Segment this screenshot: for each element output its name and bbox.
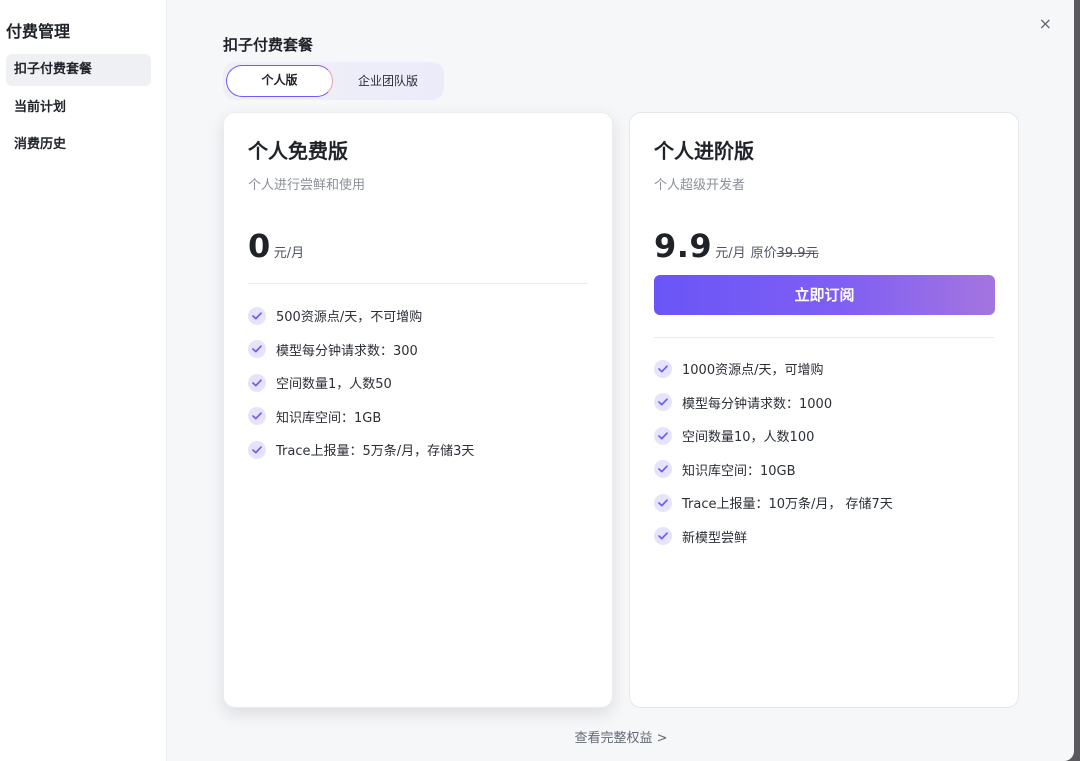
list-item: 模型每分钟请求数：1000 [654, 386, 998, 420]
feature-list: 500资源点/天，不可增购 模型每分钟请求数：300 空间数量1，人数50 知识… [248, 299, 592, 467]
tab-enterprise[interactable]: 企业团队版 [335, 65, 441, 97]
list-item: 知识库空间：10GB [654, 453, 998, 487]
feature-text: Trace上报量：10万条/月， 存储7天 [682, 497, 893, 513]
check-circle-icon [654, 493, 672, 512]
plan-name: 个人进阶版 [654, 139, 754, 163]
price-unit: 元/月 [715, 246, 746, 261]
plan-description: 个人超级开发者 [654, 178, 746, 193]
feature-text: 模型每分钟请求数：1000 [682, 396, 833, 412]
feature-text: 1000资源点/天，可增购 [682, 363, 824, 379]
feature-list: 1000资源点/天，可增购 模型每分钟请求数：1000 空间数量10，人数100… [654, 352, 998, 553]
check-circle-icon [654, 460, 672, 479]
sidebar-title: 付费管理 [6, 22, 71, 41]
check-circle-icon [248, 407, 266, 426]
check-circle-icon [654, 359, 672, 378]
sidebar-item-label: 消费历史 [14, 137, 67, 152]
price-value: 9.9 [654, 227, 713, 265]
list-item: 知识库空间：1GB [248, 400, 592, 434]
main-content: × 扣子付费套餐 个人版 企业团队版 个人免费版 个人进行尝鲜和使用 0 元/月… [168, 0, 1074, 761]
check-circle-icon [654, 393, 672, 412]
list-item: 1000资源点/天，可增购 [654, 352, 998, 386]
check-circle-icon [248, 340, 266, 359]
original-price: 原价39.9元 [751, 242, 819, 261]
sidebar-item-label: 扣子付费套餐 [14, 62, 93, 77]
billing-modal: 付费管理 扣子付费套餐 当前计划 消费历史 × 扣子付费套餐 个人版 企业团队版… [0, 0, 1074, 761]
feature-text: 知识库空间：1GB [276, 410, 382, 426]
feature-text: 新模型尝鲜 [682, 530, 748, 546]
list-item: 500资源点/天，不可增购 [248, 299, 592, 333]
feature-text: 知识库空间：10GB [682, 463, 796, 479]
plan-description: 个人进行尝鲜和使用 [248, 178, 366, 193]
price-row: 0 元/月 [248, 227, 304, 265]
list-item: Trace上报量：5万条/月，存储3天 [248, 433, 592, 467]
feature-text: 模型每分钟请求数：300 [276, 343, 418, 359]
list-item: Trace上报量：10万条/月， 存储7天 [654, 486, 998, 520]
list-item: 模型每分钟请求数：300 [248, 333, 592, 367]
price-value: 0 [248, 227, 271, 265]
list-item: 新模型尝鲜 [654, 520, 998, 554]
check-circle-icon [248, 373, 266, 392]
sidebar-item-current-plan[interactable]: 当前计划 [6, 92, 151, 124]
sidebar-item-history[interactable]: 消费历史 [6, 129, 151, 161]
check-circle-icon [654, 527, 672, 546]
feature-text: 空间数量1，人数50 [276, 377, 392, 393]
feature-text: 500资源点/天，不可增购 [276, 310, 423, 326]
view-full-benefits-link[interactable]: 查看完整权益 > [168, 727, 1074, 746]
close-icon[interactable]: × [1039, 14, 1052, 34]
check-circle-icon [248, 440, 266, 459]
check-circle-icon [654, 426, 672, 445]
subscribe-button[interactable]: 立即订阅 [654, 275, 995, 315]
original-price-label: 原价 [750, 246, 777, 261]
price-unit: 元/月 [273, 246, 305, 261]
plan-card-free: 个人免费版 个人进行尝鲜和使用 0 元/月 500资源点/天，不可增购 模型每分… [223, 112, 613, 708]
sidebar-item-plans[interactable]: 扣子付费套餐 [6, 54, 151, 86]
page-title: 扣子付费套餐 [223, 36, 314, 54]
list-item: 空间数量10，人数100 [654, 419, 998, 453]
divider [654, 337, 994, 338]
original-price-value: 39.9元 [776, 246, 819, 261]
list-item: 空间数量1，人数50 [248, 366, 592, 400]
feature-text: 空间数量10，人数100 [682, 430, 815, 446]
tab-personal[interactable]: 个人版 [226, 65, 333, 97]
plan-type-tabs: 个人版 企业团队版 [223, 62, 444, 100]
price-row: 9.9 元/月 原价39.9元 [654, 227, 819, 265]
sidebar-item-label: 当前计划 [14, 100, 67, 115]
sidebar: 付费管理 扣子付费套餐 当前计划 消费历史 [0, 0, 167, 761]
check-circle-icon [248, 306, 266, 325]
plan-card-pro: 个人进阶版 个人超级开发者 9.9 元/月 原价39.9元 立即订阅 1000资… [629, 112, 1019, 708]
plan-name: 个人免费版 [248, 139, 348, 163]
divider [248, 283, 588, 284]
feature-text: Trace上报量：5万条/月，存储3天 [276, 444, 475, 460]
